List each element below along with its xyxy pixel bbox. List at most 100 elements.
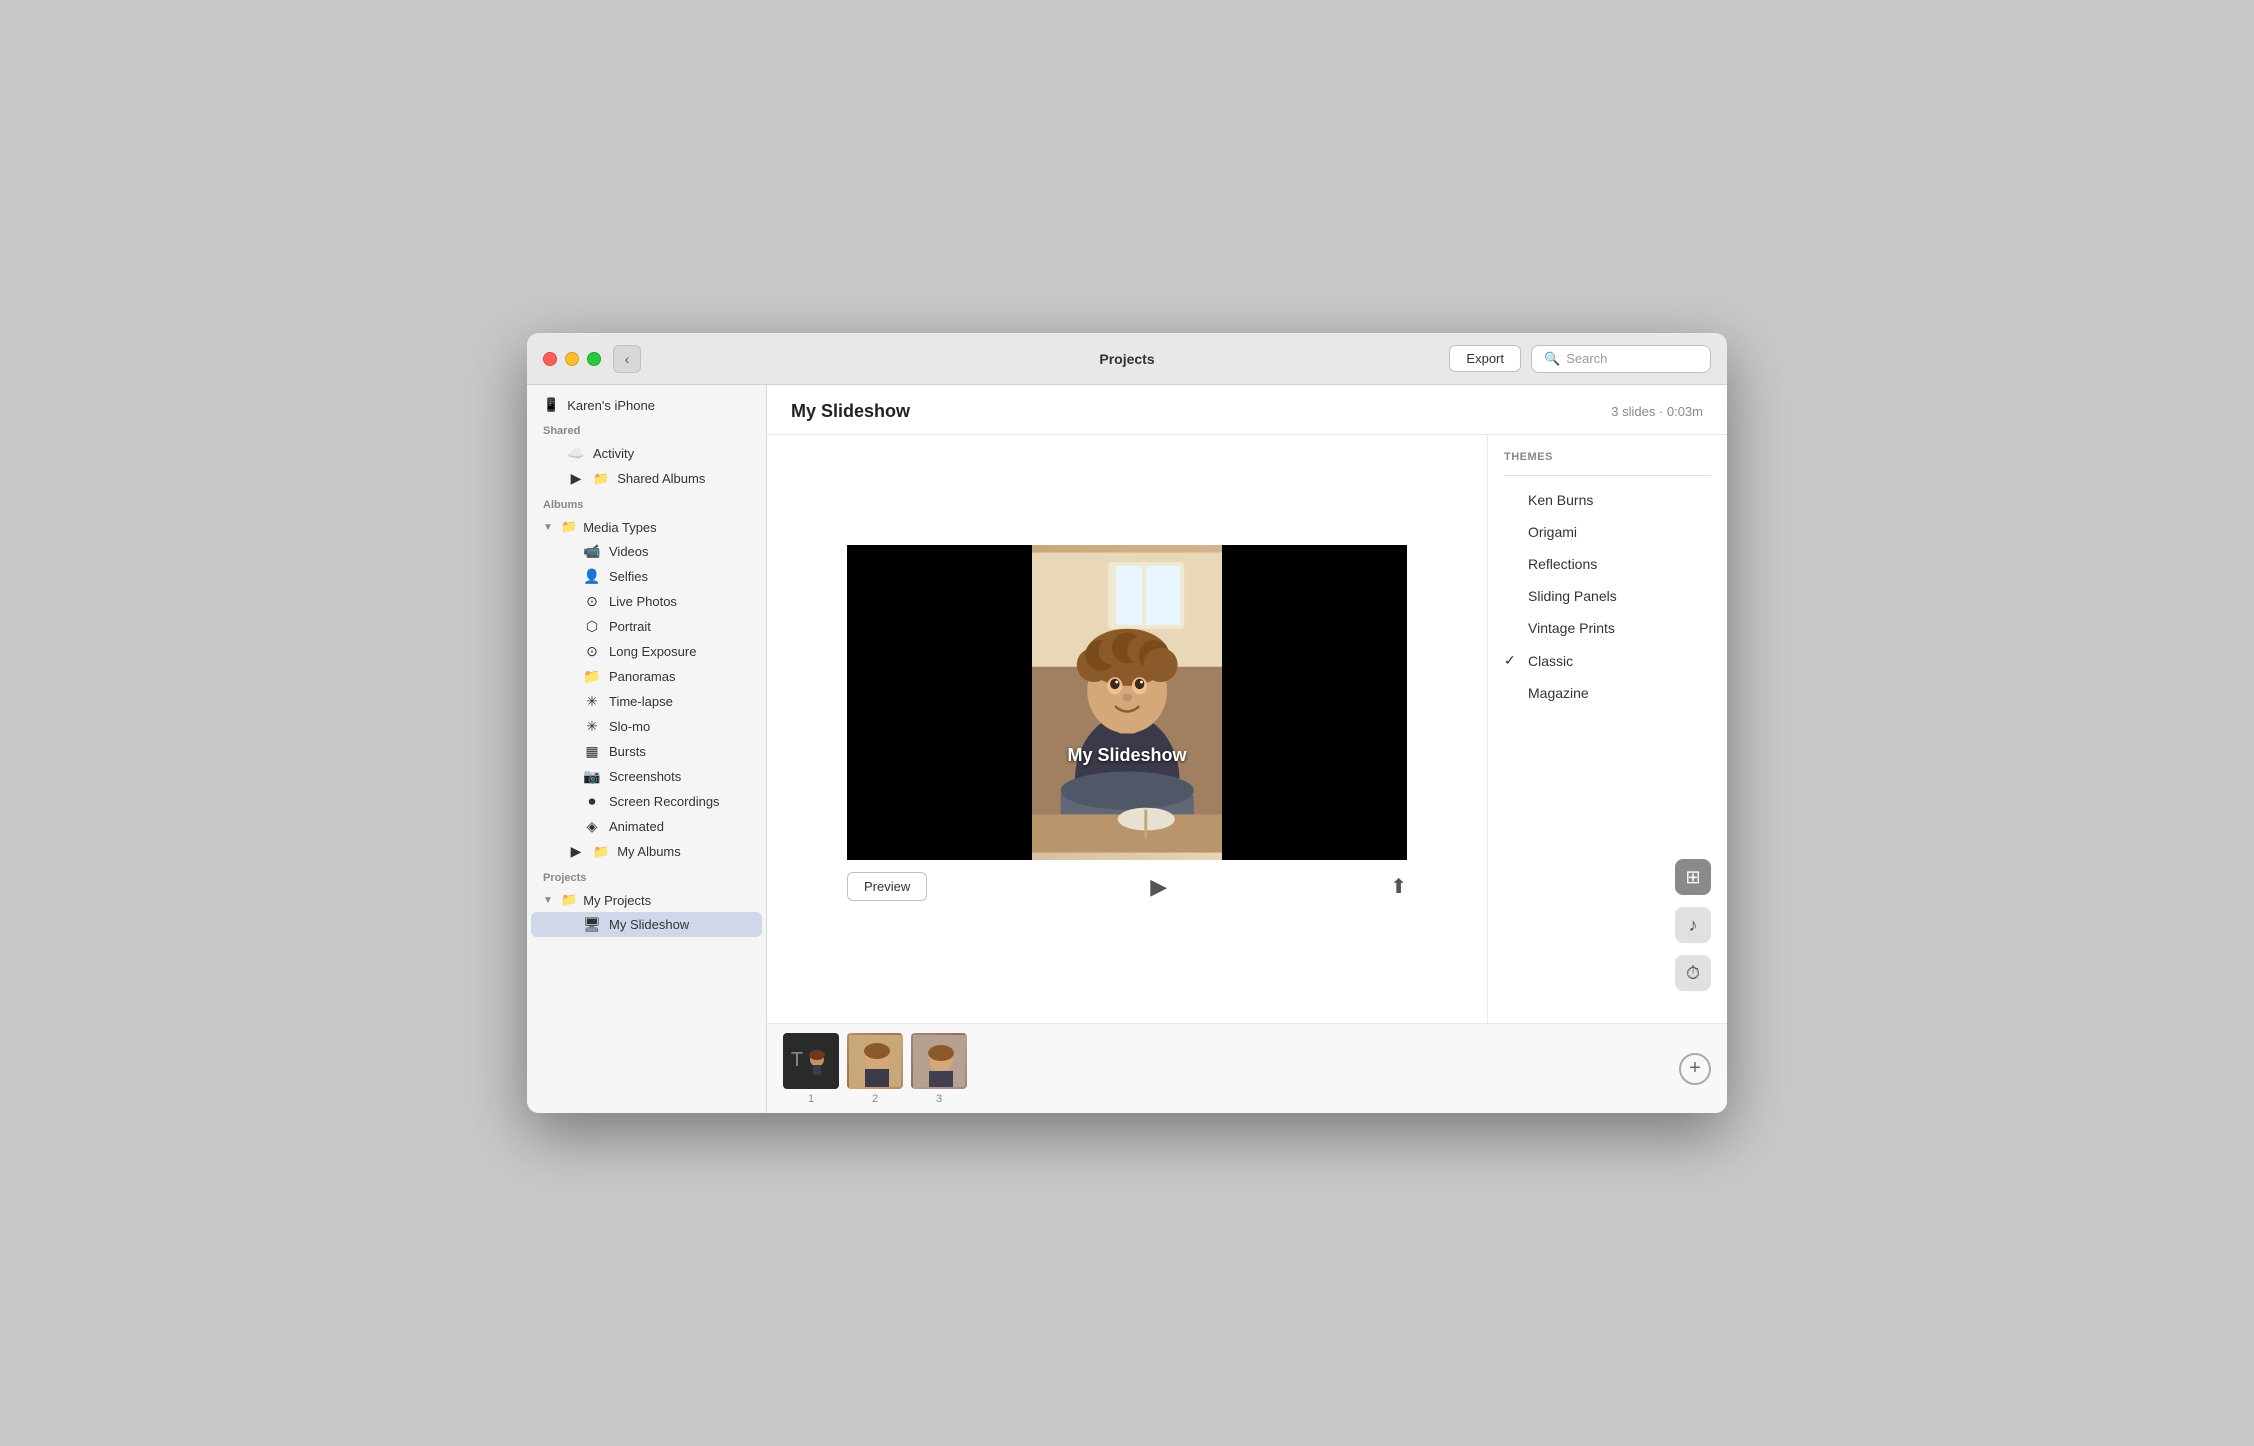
sidebar-item-videos[interactable]: 📹 Videos <box>531 539 762 564</box>
play-button[interactable]: ▶ <box>1150 874 1167 900</box>
sidebar-item-screenshots[interactable]: 📷 Screenshots <box>531 764 762 789</box>
sidebar-item-bursts[interactable]: ▦ Bursts <box>531 739 762 764</box>
theme-classic[interactable]: ✓ Classic <box>1488 644 1727 677</box>
themes-sidebar-icons: ⊞ ♪ ⏱ <box>1488 843 1727 1007</box>
slide2-thumb <box>849 1035 903 1089</box>
theme-vintage-prints[interactable]: Vintage Prints <box>1488 612 1727 644</box>
sidebar-item-my-slideshow[interactable]: 🖥 My Slideshow <box>531 912 762 937</box>
theme-reflections[interactable]: Reflections <box>1488 548 1727 580</box>
themes-header: THEMES <box>1488 451 1727 475</box>
media-types-label: Media Types <box>583 520 656 535</box>
theme-ken-burns[interactable]: Ken Burns <box>1488 484 1727 516</box>
themes-divider <box>1504 475 1711 476</box>
search-icon: 🔍 <box>1544 351 1560 367</box>
filmstrip-thumb-1: T <box>783 1033 839 1089</box>
sidebar-item-long-exposure[interactable]: ⊙ Long Exposure <box>531 639 762 664</box>
sidebar-item-live-photos[interactable]: ⊙ Live Photos <box>531 589 762 614</box>
preview-area: My Slideshow Preview ▶ ⬆ <box>767 435 1487 1023</box>
long-exposure-icon: ⊙ <box>583 643 601 660</box>
albums-section-header: Albums <box>527 491 766 515</box>
slideshow-meta: 3 slides · 0:03m <box>1611 404 1703 419</box>
expand-icon: ▼ <box>543 522 555 533</box>
slideshow-header: My Slideshow 3 slides · 0:03m <box>767 385 1727 435</box>
slide3-thumb <box>913 1035 967 1089</box>
sidebar-my-projects-group[interactable]: ▼ 📁 My Projects <box>527 888 766 912</box>
share-button[interactable]: ⬆ <box>1390 874 1407 899</box>
video-title-overlay: My Slideshow <box>847 745 1407 766</box>
activity-label: Activity <box>593 446 634 461</box>
music-button[interactable]: ♪ <box>1675 907 1711 943</box>
timelapse-icon: ✳ <box>583 693 601 710</box>
activity-icon: ☁️ <box>567 445 585 462</box>
filmstrip-thumb-3 <box>911 1033 967 1089</box>
play-icon: ▶ <box>1150 874 1167 899</box>
add-slide-button[interactable]: + <box>1679 1053 1711 1085</box>
screenshots-icon: 📷 <box>583 768 601 785</box>
filmstrip-thumb-2 <box>847 1033 903 1089</box>
filmstrip-slide-3[interactable]: 3 <box>911 1033 967 1105</box>
screen-recordings-icon: ⏺ <box>583 793 601 810</box>
screen-recordings-label: Screen Recordings <box>609 794 720 809</box>
theme-sliding-panels[interactable]: Sliding Panels <box>1488 580 1727 612</box>
search-bar[interactable]: 🔍 Search <box>1531 345 1711 373</box>
slideshow-view-button[interactable]: ⊞ <box>1675 859 1711 895</box>
projects-folder-icon: 📁 <box>561 892 577 908</box>
selfies-icon: 👤 <box>583 568 601 585</box>
slomo-label: Slo-mo <box>609 719 650 734</box>
sidebar-item-animated[interactable]: ◈ Animated <box>531 814 762 839</box>
filmstrip: T 1 <box>767 1023 1727 1113</box>
sidebar-item-timelapse[interactable]: ✳ Time-lapse <box>531 689 762 714</box>
back-button[interactable]: ‹ <box>613 345 641 373</box>
sidebar-item-panoramas[interactable]: 📁 Panoramas <box>531 664 762 689</box>
panoramas-icon: 📁 <box>583 668 601 685</box>
window-title: Projects <box>1099 351 1154 367</box>
selfies-label: Selfies <box>609 569 648 584</box>
theme-magazine[interactable]: Magazine <box>1488 677 1727 709</box>
karens-iphone-label: Karen's iPhone <box>567 398 655 413</box>
titlebar-actions: Export 🔍 Search <box>1449 345 1711 373</box>
sidebar-item-karens-iphone[interactable]: 📱 Karen's iPhone <box>527 393 766 417</box>
fullscreen-button[interactable] <box>587 352 601 366</box>
search-placeholder: Search <box>1566 351 1607 366</box>
my-albums-folder-icon: 📁 <box>593 844 609 860</box>
theme-origami[interactable]: Origami <box>1488 516 1727 548</box>
expand-my-albums-icon: ▶ <box>567 843 585 860</box>
theme-label-origami: Origami <box>1528 524 1577 540</box>
projects-section-header: Projects <box>527 864 766 888</box>
sidebar-item-selfies[interactable]: 👤 Selfies <box>531 564 762 589</box>
sidebar-item-shared-albums[interactable]: ▶ 📁 Shared Albums <box>531 466 762 491</box>
theme-label-classic: Classic <box>1528 653 1573 669</box>
video-preview: My Slideshow <box>847 545 1407 860</box>
sidebar-item-screen-recordings[interactable]: ⏺ Screen Recordings <box>531 789 762 814</box>
sidebar-media-types-group[interactable]: ▼ 📁 Media Types <box>527 515 766 539</box>
videos-label: Videos <box>609 544 649 559</box>
titlebar: ‹ Projects Export 🔍 Search <box>527 333 1727 385</box>
title-slide-icon: T <box>791 1049 803 1072</box>
export-button[interactable]: Export <box>1449 345 1521 372</box>
slomo-icon: ✳ <box>583 718 601 735</box>
video-controls: Preview ▶ ⬆ <box>847 860 1407 913</box>
preview-button[interactable]: Preview <box>847 872 927 901</box>
timer-button[interactable]: ⏱ <box>1675 955 1711 991</box>
theme-label-reflections: Reflections <box>1528 556 1597 572</box>
live-photos-icon: ⊙ <box>583 593 601 610</box>
long-exposure-label: Long Exposure <box>609 644 696 659</box>
theme-label-ken-burns: Ken Burns <box>1528 492 1593 508</box>
close-button[interactable] <box>543 352 557 366</box>
timelapse-label: Time-lapse <box>609 694 673 709</box>
theme-label-sliding-panels: Sliding Panels <box>1528 588 1617 604</box>
portrait-icon: ⬡ <box>583 618 601 635</box>
sidebar: 📱 Karen's iPhone Shared ☁️ Activity ▶ 📁 … <box>527 385 767 1113</box>
minimize-button[interactable] <box>565 352 579 366</box>
sidebar-item-my-albums[interactable]: ▶ 📁 My Albums <box>531 839 762 864</box>
sidebar-item-portrait[interactable]: ⬡ Portrait <box>531 614 762 639</box>
filmstrip-num-3: 3 <box>936 1093 942 1105</box>
child-photo-svg <box>1032 545 1222 860</box>
filmstrip-slide-1[interactable]: T 1 <box>783 1033 839 1105</box>
content-area: My Slideshow 3 slides · 0:03m <box>767 385 1727 1113</box>
main-window: ‹ Projects Export 🔍 Search 📱 Karen's iPh… <box>527 333 1727 1113</box>
main-content: 📱 Karen's iPhone Shared ☁️ Activity ▶ 📁 … <box>527 385 1727 1113</box>
sidebar-item-activity[interactable]: ☁️ Activity <box>531 441 762 466</box>
sidebar-item-slomo[interactable]: ✳ Slo-mo <box>531 714 762 739</box>
filmstrip-slide-2[interactable]: 2 <box>847 1033 903 1105</box>
